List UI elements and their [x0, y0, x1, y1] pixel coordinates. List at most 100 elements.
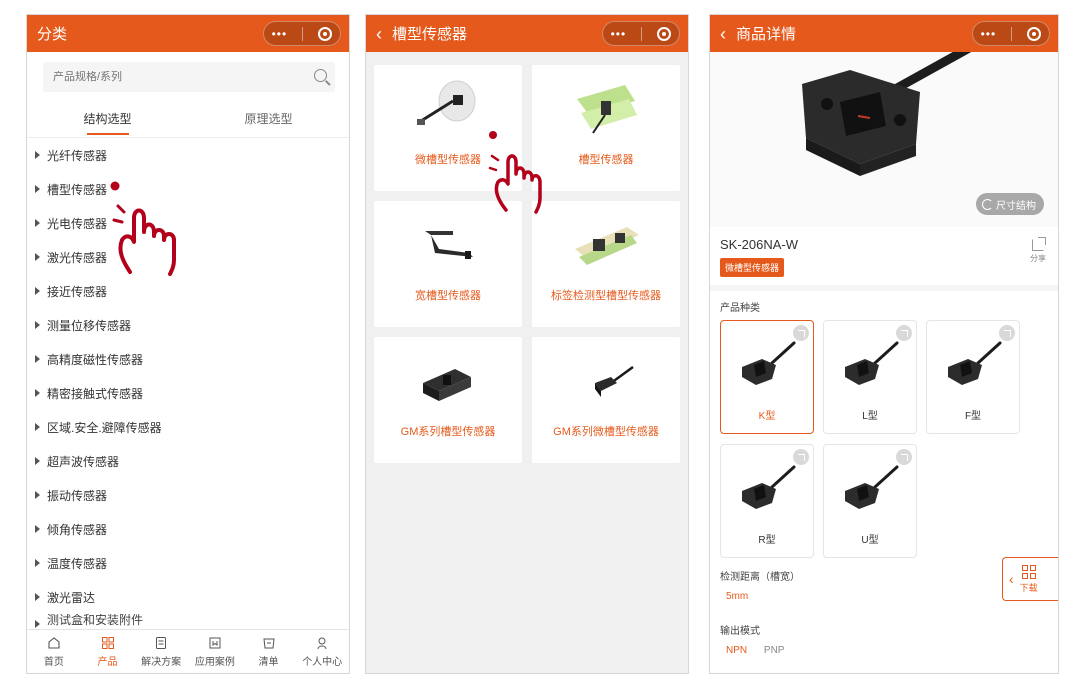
product-type-card[interactable]: U型	[823, 444, 917, 558]
home-icon	[27, 635, 81, 651]
product-types-title: 产品种类	[720, 303, 760, 314]
product-card-gm-slot[interactable]: GM系列槽型传感器	[374, 337, 522, 463]
tab-structure-selection[interactable]: 结构选型	[27, 94, 188, 137]
product-card-gm-micro-slot[interactable]: GM系列微槽型传感器	[532, 337, 680, 463]
expand-arrow-icon	[35, 287, 40, 295]
capsule-divider	[641, 26, 643, 41]
category-label: 超声波传感器	[47, 454, 120, 469]
size-structure-button[interactable]: 尺寸结构	[976, 193, 1044, 215]
expand-icon[interactable]	[793, 449, 809, 465]
expand-arrow-icon	[35, 151, 40, 159]
product-card-slot[interactable]: 槽型传感器	[532, 65, 680, 191]
tabbar-item[interactable]: 个人中心	[295, 630, 349, 673]
product-label: GM系列槽型传感器	[400, 426, 496, 438]
product-grid: 微槽型传感器 槽型传感器 宽槽型传感器 标签检测型槽型传感器 GM系列槽型传感器…	[366, 52, 688, 463]
expand-arrow-icon	[35, 321, 40, 329]
product-detail-screen: ‹ 商品详情 ••• 尺寸结构 SK-206NA-W 微槽型传感器 分享 产品种…	[709, 14, 1059, 674]
category-header: 分类 •••	[27, 15, 349, 52]
tabbar-item[interactable]: 清单	[242, 630, 296, 673]
capsule-divider	[302, 26, 304, 41]
miniprogram-capsule[interactable]: •••	[972, 21, 1050, 46]
product-card-wide-slot[interactable]: 宽槽型传感器	[374, 201, 522, 327]
category-label: 光电传感器	[47, 216, 108, 231]
document-icon	[134, 635, 188, 651]
category-item[interactable]: 光纤传感器	[27, 138, 349, 172]
category-item[interactable]: 振动传感器	[27, 478, 349, 512]
slot-sensor-header: ‹ 槽型传感器 •••	[366, 15, 688, 52]
category-item[interactable]: 倾角传感器	[27, 512, 349, 546]
detection-distance-label: 检测距离（槽宽）	[720, 572, 800, 583]
search-box[interactable]	[43, 62, 335, 92]
output-mode-pnp[interactable]: PNP	[764, 645, 785, 656]
search-icon[interactable]	[314, 69, 327, 82]
product-type-grid: K型 L型 F型 R型 U型	[710, 320, 1058, 558]
expand-icon[interactable]	[896, 325, 912, 341]
share-label: 分享	[1030, 254, 1046, 263]
product-type-card[interactable]: L型	[823, 320, 917, 434]
product-card-label-detection[interactable]: 标签检测型槽型传感器	[532, 201, 680, 327]
more-icon[interactable]: •••	[272, 27, 288, 41]
expand-arrow-icon	[35, 423, 40, 431]
share-icon	[1032, 237, 1046, 251]
close-miniprogram-icon[interactable]	[318, 26, 333, 41]
product-type-label: R型	[758, 535, 776, 546]
category-label: 激光传感器	[47, 250, 108, 265]
category-item[interactable]: 接近传感器	[27, 274, 349, 308]
download-button[interactable]: ‹ 下载	[1002, 557, 1058, 601]
category-badge[interactable]: 微槽型传感器	[720, 258, 785, 277]
category-item[interactable]: 高精度磁性传感器	[27, 342, 349, 376]
category-item[interactable]: 区域.安全.避障传感器	[27, 410, 349, 444]
expand-arrow-icon	[35, 593, 40, 601]
expand-icon[interactable]	[793, 325, 809, 341]
category-item[interactable]: 激光传感器	[27, 240, 349, 274]
tab-principle-selection[interactable]: 原理选型	[188, 94, 349, 137]
tabbar-item[interactable]: 应用案例	[188, 630, 242, 673]
close-miniprogram-icon[interactable]	[657, 26, 672, 41]
expand-icon[interactable]	[896, 449, 912, 465]
tabbar-item[interactable]: 产品	[81, 630, 135, 673]
more-icon[interactable]: •••	[981, 27, 997, 41]
category-item[interactable]: 温度传感器	[27, 546, 349, 580]
expand-arrow-icon	[35, 355, 40, 363]
category-label: 测试盒和安装附件	[47, 614, 144, 627]
close-miniprogram-icon[interactable]	[1027, 26, 1042, 41]
miniprogram-capsule[interactable]: •••	[602, 21, 680, 46]
category-label: 测量位移传感器	[47, 318, 132, 333]
search-input[interactable]	[53, 71, 293, 83]
gm-micro-slot-sensor-image	[532, 337, 680, 421]
output-mode-npn[interactable]: NPN	[726, 645, 747, 656]
tabbar-item[interactable]: 解决方案	[134, 630, 188, 673]
category-item[interactable]: 槽型传感器	[27, 172, 349, 206]
miniprogram-capsule[interactable]: •••	[263, 21, 341, 46]
product-type-label: L型	[862, 411, 878, 422]
tabbar-item[interactable]: 首页	[27, 630, 81, 673]
user-icon	[295, 635, 349, 651]
product-info: SK-206NA-W 微槽型传感器 分享	[710, 227, 1058, 291]
category-item[interactable]: 激光雷达	[27, 580, 349, 614]
category-label: 区域.安全.避障传感器	[47, 420, 162, 435]
more-icon[interactable]: •••	[611, 27, 627, 41]
tabbar-label: 产品	[97, 657, 118, 668]
category-item[interactable]: 测试盒和安装附件	[27, 614, 349, 628]
product-label: 微槽型传感器	[415, 154, 481, 166]
product-type-label: U型	[861, 535, 879, 546]
product-type-card[interactable]: F型	[926, 320, 1020, 434]
expand-arrow-icon	[35, 389, 40, 397]
product-type-card[interactable]: R型	[720, 444, 814, 558]
category-item[interactable]: 测量位移传感器	[27, 308, 349, 342]
product-card-micro-slot[interactable]: 微槽型传感器	[374, 65, 522, 191]
back-icon[interactable]: ‹	[720, 25, 726, 43]
expand-icon[interactable]	[999, 325, 1015, 341]
back-icon[interactable]: ‹	[376, 25, 382, 43]
product-type-card[interactable]: K型	[720, 320, 814, 434]
share-button[interactable]: 分享	[1030, 237, 1046, 264]
category-item[interactable]: 光电传感器	[27, 206, 349, 240]
category-item[interactable]: 超声波传感器	[27, 444, 349, 478]
label-detection-sensor-image	[532, 201, 680, 285]
product-label: 宽槽型传感器	[415, 290, 481, 302]
product-type-label: K型	[758, 411, 776, 422]
tabbar-label: 解决方案	[141, 657, 182, 668]
detection-distance-value[interactable]: 5mm	[720, 591, 1048, 602]
category-item[interactable]: 精密接触式传感器	[27, 376, 349, 410]
product-detail-header: ‹ 商品详情 •••	[710, 15, 1058, 52]
